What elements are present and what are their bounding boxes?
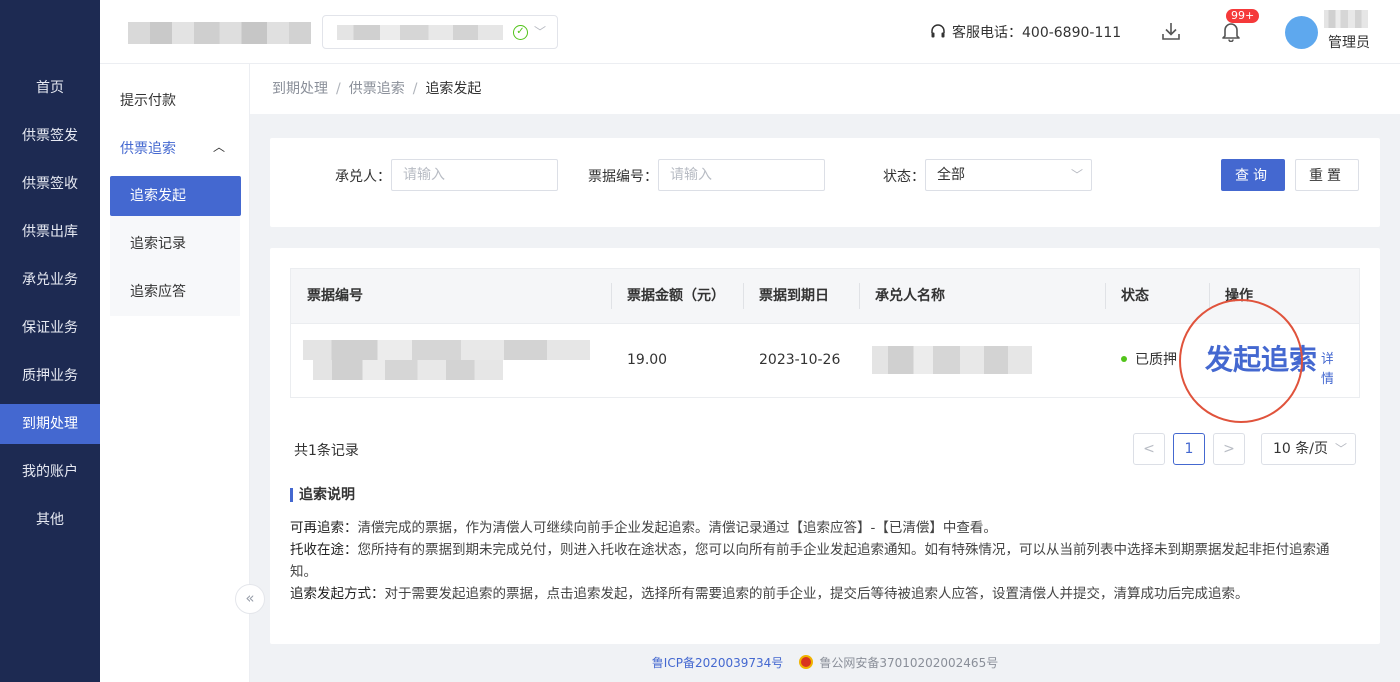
status-select-value: 全部 [937,167,965,183]
reset-button[interactable]: 重置 [1295,159,1359,191]
bill-amount: 19.00 [627,352,668,368]
subnav-item-recourse-initiate[interactable]: 追索发起 [110,176,241,216]
column-header: 状态 [1121,288,1149,304]
breadcrumb-item[interactable]: 供票追索 [349,81,405,97]
icp-link[interactable]: 鲁ICP备2020039734号 [652,656,784,670]
column-header: 票据金额（元） [627,288,725,304]
column-header: 承兑人名称 [875,288,945,304]
page-size-value: 10 条/页 [1273,441,1328,457]
table-header: 票据编号 票据金额（元） 票据到期日 承兑人名称 状态 操作 [291,269,1359,324]
bill-number [313,360,503,380]
acceptor-name [872,346,1032,374]
breadcrumb-item[interactable]: 到期处理 [272,81,328,97]
nav-item-outbound[interactable]: 供票出库 [0,212,100,252]
nav-item-pledge[interactable]: 质押业务 [0,356,100,396]
description-line: 托收在途：您所持有的票据到期未完成兑付，则进入托收在途状态，您可以向所有前手企业… [290,542,1330,580]
nav-item-other[interactable]: 其他 [0,500,100,540]
description-line: 追索发起方式：对于需要发起追索的票据，点击追索发起，选择所有需要追索的前手企业，… [290,586,1249,602]
breadcrumb-current: 追索发起 [425,81,482,97]
police-badge-icon [799,655,814,669]
column-header: 票据编号 [307,288,363,304]
public-security-record[interactable]: 鲁公网安备37010202002465号 [819,656,998,670]
avatar[interactable] [1285,16,1318,49]
user-role: 管理员 [1328,35,1370,51]
page-number[interactable]: 1 [1173,433,1205,465]
query-button[interactable]: 查询 [1221,159,1285,191]
subnav-item-recourse-response[interactable]: 追索应答 [110,272,241,312]
prev-page-button[interactable]: < [1133,433,1165,465]
hotline-text: 客服电话：400-6890-111 [952,25,1122,41]
due-date: 2023-10-26 [759,352,841,368]
bell-icon[interactable] [1220,20,1242,42]
initiate-recourse-link[interactable]: 发起追索 [1205,342,1317,378]
subnav-group-recourse[interactable]: 供票追索 ︿ [120,138,225,158]
left-nav: 首页 供票签发 供票签收 供票出库 承兑业务 保证业务 质押业务 到期处理 我的… [0,0,100,682]
sub-nav: 提示付款 供票追索 ︿ 追索发起 追索记录 追索应答 [100,64,250,682]
footer: 鲁ICP备2020039734号 鲁公网安备37010202002465号 [250,645,1400,682]
acceptor-label: 承兑人： [335,169,391,185]
headset-icon [931,24,945,38]
check-circle-icon: ✓ [513,25,528,40]
nav-item-issue[interactable]: 供票签发 [0,116,100,156]
breadcrumb: 到期处理 / 供票追索 / 追索发起 [250,64,1400,114]
column-header: 票据到期日 [759,288,829,304]
next-page-button[interactable]: > [1213,433,1245,465]
nav-item-account[interactable]: 我的账户 [0,452,100,492]
subnav-item-recourse-records[interactable]: 追索记录 [110,224,241,264]
notification-badge: 99+ [1226,9,1260,23]
logo [128,22,311,44]
status-dot [1121,356,1127,362]
chevron-down-icon: ﹀ [534,25,547,39]
organization-name [337,25,503,40]
collapse-sidebar-button[interactable]: « [235,584,265,614]
page-size-select[interactable]: 10 条/页 ﹀ [1261,433,1356,465]
organization-select[interactable]: ✓ ﹀ [322,15,558,49]
nav-item-acceptance[interactable]: 承兑业务 [0,260,100,300]
download-icon[interactable] [1160,20,1182,42]
status-text: 已质押 [1135,352,1177,368]
chevron-down-icon: ﹀ [1070,168,1083,182]
total-records: 共1条记录 [294,443,359,459]
filter-panel: 承兑人： 票据编号： 状态： 全部 ﹀ 查询 重置 [270,138,1380,227]
table-row: 19.00 2023-10-26 已质押 发起追索 详情 [291,324,1359,397]
chevron-down-icon: ﹀ [1334,442,1347,456]
column-header: 操作 [1225,288,1253,304]
description-line: 可再追索：清偿完成的票据，作为清偿人可继续向前手企业发起追索。清偿记录通过【追索… [290,520,997,536]
nav-item-home[interactable]: 首页 [0,68,100,108]
result-card: 票据编号 票据金额（元） 票据到期日 承兑人名称 状态 操作 19.00 202… [270,248,1380,644]
nav-item-guarantee[interactable]: 保证业务 [0,308,100,348]
top-header: ✓ ﹀ 客服电话：400-6890-111 99+ 管理员 [100,0,1400,64]
bill-number [303,340,590,360]
status-select[interactable]: 全部 ﹀ [925,159,1092,191]
bill-table: 票据编号 票据金额（元） 票据到期日 承兑人名称 状态 操作 19.00 202… [290,268,1360,398]
status-badge: 已质押 [1121,324,1177,397]
description-title: 追索说明 [290,488,355,502]
nav-item-receive[interactable]: 供票签收 [0,164,100,204]
subnav-item-payment-prompt[interactable]: 提示付款 [120,90,176,110]
bill-no-input[interactable] [658,159,825,191]
customer-hotline: 客服电话：400-6890-111 [930,22,1121,42]
status-label: 状态： [883,169,925,185]
chevron-up-icon: ︿ [213,140,226,154]
bill-no-label: 票据编号： [588,169,658,185]
subnav-group-label: 供票追索 [120,141,176,157]
nav-item-maturity[interactable]: 到期处理 [0,404,100,444]
user-name [1324,10,1368,28]
detail-link[interactable]: 详情 [1321,350,1333,390]
acceptor-input[interactable] [391,159,558,191]
